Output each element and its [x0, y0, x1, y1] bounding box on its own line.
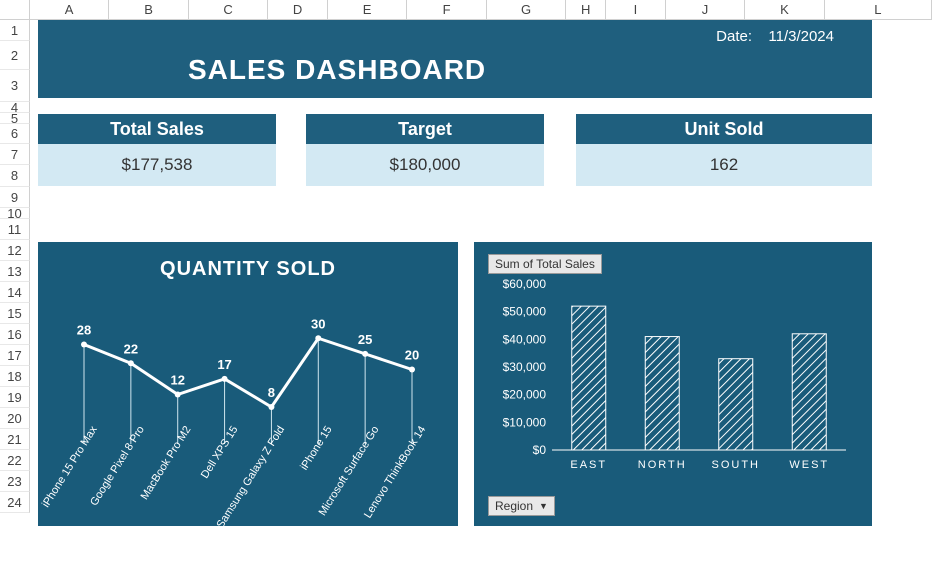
- svg-text:SOUTH: SOUTH: [712, 459, 761, 471]
- filter-field-label: Region: [495, 499, 533, 513]
- svg-text:20: 20: [405, 348, 419, 363]
- chart-title: QUANTITY SOLD: [38, 242, 458, 281]
- row-header-11[interactable]: 11: [0, 219, 30, 240]
- svg-text:$50,000: $50,000: [503, 305, 547, 319]
- svg-text:8: 8: [268, 385, 275, 400]
- column-header-I[interactable]: I: [606, 0, 666, 19]
- line-chart-x-labels: iPhone 15 Pro MaxGoogle Pixel 8 ProMacBo…: [58, 418, 438, 528]
- svg-text:30: 30: [311, 316, 325, 331]
- svg-text:$60,000: $60,000: [503, 278, 547, 291]
- row-header-17[interactable]: 17: [0, 345, 30, 366]
- svg-text:$30,000: $30,000: [503, 360, 547, 374]
- row-header-20[interactable]: 20: [0, 408, 30, 429]
- row-header-14[interactable]: 14: [0, 282, 30, 303]
- column-header-H[interactable]: H: [566, 0, 606, 19]
- row-header-13[interactable]: 13: [0, 261, 30, 282]
- column-header-B[interactable]: B: [109, 0, 188, 19]
- row-header-24[interactable]: 24: [0, 492, 30, 513]
- svg-text:12: 12: [170, 373, 184, 388]
- kpi-target: Target $180,000: [306, 114, 544, 186]
- column-header-F[interactable]: F: [407, 0, 486, 19]
- column-header-J[interactable]: J: [666, 0, 745, 19]
- row-header-7[interactable]: 7: [0, 144, 30, 165]
- row-header-2[interactable]: 2: [0, 41, 30, 70]
- svg-text:WEST: WEST: [789, 459, 829, 471]
- worksheet: Date: 11/3/2024 SALES DASHBOARD Total Sa…: [30, 20, 932, 565]
- svg-text:22: 22: [124, 341, 138, 356]
- row-header-1[interactable]: 1: [0, 20, 30, 41]
- column-header-L[interactable]: L: [825, 0, 932, 19]
- kpi-unit-sold: Unit Sold 162: [576, 114, 872, 186]
- row-header-16[interactable]: 16: [0, 324, 30, 345]
- svg-text:$10,000: $10,000: [503, 415, 547, 429]
- row-header-5[interactable]: 5: [0, 113, 30, 124]
- chart-legend[interactable]: Sum of Total Sales: [488, 254, 602, 274]
- svg-text:$40,000: $40,000: [503, 332, 547, 346]
- row-header-21[interactable]: 21: [0, 429, 30, 450]
- kpi-value: 162: [576, 144, 872, 186]
- bar-chart-plot: $0 $10,000 $20,000 $30,000 $40,000 $50,000 $60…: [490, 278, 858, 478]
- svg-text:NORTH: NORTH: [638, 459, 687, 471]
- kpi-label: Total Sales: [38, 114, 276, 144]
- column-header-G[interactable]: G: [487, 0, 566, 19]
- kpi-value: $180,000: [306, 144, 544, 186]
- x-category-label: MacBook Pro M2: [139, 424, 194, 502]
- kpi-value: $177,538: [38, 144, 276, 186]
- row-header-3[interactable]: 3: [0, 70, 30, 102]
- date-label: Date:: [716, 28, 752, 45]
- row-header-23[interactable]: 23: [0, 471, 30, 492]
- row-header-15[interactable]: 15: [0, 303, 30, 324]
- dashboard-banner: Date: 11/3/2024 SALES DASHBOARD: [38, 20, 872, 98]
- svg-text:EAST: EAST: [570, 459, 607, 471]
- row-header-6[interactable]: 6: [0, 124, 30, 144]
- date-value: 11/3/2024: [768, 28, 834, 45]
- svg-text:$0: $0: [533, 443, 547, 457]
- column-headers: ABCDEFGHIJKL: [0, 0, 932, 20]
- kpi-label: Unit Sold: [576, 114, 872, 144]
- kpi-label: Target: [306, 114, 544, 144]
- x-category-label: Dell XPS 15: [199, 424, 241, 481]
- column-header-D[interactable]: D: [268, 0, 328, 19]
- row-header-18[interactable]: 18: [0, 366, 30, 387]
- svg-text:28: 28: [77, 323, 91, 338]
- svg-text:25: 25: [358, 332, 372, 347]
- x-category-label: iPhone 15: [298, 424, 334, 472]
- row-header-9[interactable]: 9: [0, 187, 30, 208]
- dashboard-title: SALES DASHBOARD: [188, 54, 486, 86]
- row-header-22[interactable]: 22: [0, 450, 30, 471]
- quantity-sold-chart[interactable]: QUANTITY SOLD 28 22 12 17 8 30 25 20 iPhone 15 …: [38, 242, 458, 526]
- column-header-C[interactable]: C: [189, 0, 268, 19]
- region-sales-chart[interactable]: Sum of Total Sales $0 $10,000 $20,000 $30,0…: [474, 242, 872, 526]
- region-filter-button[interactable]: Region ▼: [488, 496, 555, 516]
- column-header-E[interactable]: E: [328, 0, 407, 19]
- dropdown-caret-icon: ▼: [539, 501, 548, 511]
- svg-text:$20,000: $20,000: [503, 388, 547, 402]
- column-header-A[interactable]: A: [30, 0, 109, 19]
- row-header-19[interactable]: 19: [0, 387, 30, 408]
- row-headers: 123456789101112131415161718192021222324: [0, 20, 30, 513]
- kpi-total-sales: Total Sales $177,538: [38, 114, 276, 186]
- row-header-10[interactable]: 10: [0, 208, 30, 219]
- row-header-8[interactable]: 8: [0, 165, 30, 187]
- svg-text:17: 17: [217, 357, 231, 372]
- row-header-12[interactable]: 12: [0, 240, 30, 261]
- column-header-K[interactable]: K: [745, 0, 824, 19]
